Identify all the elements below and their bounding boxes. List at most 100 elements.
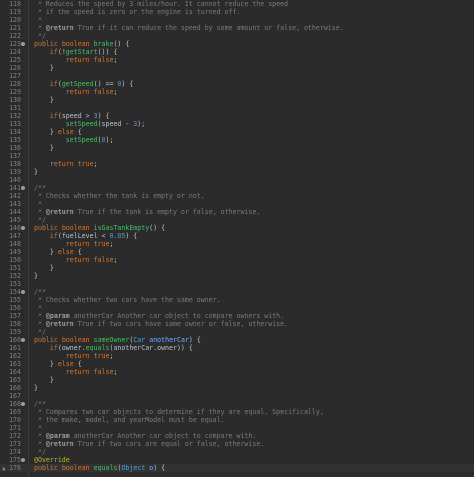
- code-line[interactable]: 136 }: [0, 144, 474, 152]
- line-number: 175: [9, 456, 21, 464]
- code-text: setSpeed(0);: [34, 136, 114, 144]
- code-token: * if the speed is zero or the engine is …: [34, 8, 241, 16]
- code-line[interactable]: 146 public boolean isGasTankEmpty() {: [0, 224, 474, 232]
- code-line[interactable]: 153: [0, 280, 474, 288]
- code-token: {: [73, 360, 82, 368]
- code-line[interactable]: 137: [0, 152, 474, 160]
- line-number: 164: [9, 368, 21, 376]
- code-line[interactable]: 122 */: [0, 32, 474, 40]
- code-line[interactable]: 154 /**: [0, 288, 474, 296]
- code-line[interactable]: 169 * Compares two car objects to determ…: [0, 408, 474, 416]
- line-number: 133: [9, 120, 21, 128]
- fold-marker-icon[interactable]: [21, 290, 25, 294]
- code-token: */: [34, 448, 46, 456]
- code-line[interactable]: 134 } else {: [0, 128, 474, 136]
- code-line[interactable]: 133 setSpeed(speed - 3);: [0, 120, 474, 128]
- code-line[interactable]: 139}: [0, 168, 474, 176]
- code-line[interactable]: 130 }: [0, 96, 474, 104]
- code-text: setSpeed(speed - 3);: [34, 120, 145, 128]
- code-token: return: [65, 240, 90, 248]
- code-token: @return: [45, 320, 74, 328]
- code-line[interactable]: 171 *: [0, 424, 474, 432]
- code-line[interactable]: 118 * Reduces the speed by 3 miles/hour.…: [0, 0, 474, 8]
- code-line[interactable]: 149 } else {: [0, 248, 474, 256]
- code-token: *: [34, 304, 42, 312]
- code-text: * Checks whether the tank is empty or no…: [34, 192, 205, 200]
- code-token: (anotherCar.owner)) {: [109, 344, 193, 352]
- code-line[interactable]: 160 public boolean sameOwner(Car anotherC…: [0, 336, 474, 344]
- code-token: @Override: [34, 456, 70, 464]
- code-line[interactable]: 120 *: [0, 16, 474, 24]
- code-token: *: [34, 320, 46, 328]
- code-text: return false;: [34, 256, 118, 264]
- code-line[interactable]: 138 return true;: [0, 160, 474, 168]
- code-text: return false;: [34, 88, 118, 96]
- code-line[interactable]: 140: [0, 176, 474, 184]
- code-line[interactable]: 129 return false;: [0, 88, 474, 96]
- code-line[interactable]: 145 */: [0, 216, 474, 224]
- code-line[interactable]: 155 * Checks whether two cars have the s…: [0, 296, 474, 304]
- code-line[interactable]: 165 }: [0, 376, 474, 384]
- code-line[interactable]: 162 return true;: [0, 352, 474, 360]
- code-line[interactable]: 167: [0, 392, 474, 400]
- code-line[interactable]: 126 }: [0, 64, 474, 72]
- code-token: setSpeed: [65, 136, 98, 144]
- fold-marker-icon[interactable]: [21, 338, 25, 342]
- fold-marker-icon[interactable]: [21, 186, 25, 190]
- code-line[interactable]: 156 *: [0, 304, 474, 312]
- fold-marker-icon[interactable]: [21, 402, 25, 406]
- code-text: if(fuelLevel < 0.05) {: [34, 232, 137, 240]
- code-line[interactable]: 166}: [0, 384, 474, 392]
- code-token: }: [34, 144, 54, 152]
- code-line[interactable]: 142 * Checks whether the tank is empty o…: [0, 192, 474, 200]
- code-text: * the make, model, and yearModel must be…: [34, 416, 225, 424]
- code-line[interactable]: 159 */: [0, 328, 474, 336]
- code-line[interactable]: 124 if(!getStart()) {: [0, 48, 474, 56]
- code-line[interactable]: 175 @Override: [0, 456, 474, 464]
- code-line[interactable]: 168 /**: [0, 400, 474, 408]
- code-line[interactable]: 147 if(fuelLevel < 0.05) {: [0, 232, 474, 240]
- code-line[interactable]: 128 if(getSpeed() == 0) {: [0, 80, 474, 88]
- code-line[interactable]: 161 if(owner.equals(anotherCar.owner)) {: [0, 344, 474, 352]
- code-line[interactable]: 144 * @return True if the tank is empty …: [0, 208, 474, 216]
- code-area[interactable]: 118 * Reduces the speed by 3 miles/hour.…: [0, 0, 474, 472]
- code-line[interactable]: 148 return true;: [0, 240, 474, 248]
- code-line[interactable]: 143 *: [0, 200, 474, 208]
- line-number: 131: [9, 104, 21, 112]
- code-token: */: [34, 216, 46, 224]
- code-line[interactable]: 158 * @return True if two cars have same…: [0, 320, 474, 328]
- fold-marker-icon[interactable]: [21, 226, 25, 230]
- code-line[interactable]: 141 /**: [0, 184, 474, 192]
- code-line[interactable]: 152}: [0, 272, 474, 280]
- fold-marker-icon[interactable]: [21, 42, 25, 46]
- code-text: if(getSpeed() == 0) {: [34, 80, 133, 88]
- code-token: }: [34, 272, 38, 280]
- code-line[interactable]: 157 * @param anotherCar Another car obje…: [0, 312, 474, 320]
- code-line[interactable]: 121 * @return True if it can reduce the …: [0, 24, 474, 32]
- code-line[interactable]: 135 setSpeed(0);: [0, 136, 474, 144]
- code-line[interactable]: ▲ 176 public boolean equals(Object o) {: [0, 464, 474, 472]
- code-line[interactable]: 173 * @return True if two cars are equal…: [0, 440, 474, 448]
- code-line[interactable]: 132 if(speed > 3) {: [0, 112, 474, 120]
- line-number: 171: [9, 424, 21, 432]
- code-line[interactable]: 174 */: [0, 448, 474, 456]
- code-line[interactable]: 151 }: [0, 264, 474, 272]
- code-line[interactable]: 119 * if the speed is zero or the engine…: [0, 8, 474, 16]
- code-line[interactable]: 150 return false;: [0, 256, 474, 264]
- code-text: /**: [34, 288, 46, 296]
- code-line[interactable]: 127: [0, 72, 474, 80]
- code-line[interactable]: 125 return false;: [0, 56, 474, 64]
- code-line[interactable]: 170 * the make, model, and yearModel mus…: [0, 416, 474, 424]
- fold-marker-icon[interactable]: [21, 458, 25, 462]
- code-line[interactable]: 172 * @param anotherCar Another car obje…: [0, 432, 474, 440]
- code-editor[interactable]: 118 * Reduces the speed by 3 miles/hour.…: [0, 0, 474, 477]
- code-token: getSpeed: [61, 80, 94, 88]
- code-line[interactable]: 164 return false;: [0, 368, 474, 376]
- code-line[interactable]: 131: [0, 104, 474, 112]
- code-line[interactable]: 163 } else {: [0, 360, 474, 368]
- code-line[interactable]: 123 public boolean brake() {: [0, 40, 474, 48]
- code-text: * Checks whether two cars have the same …: [34, 296, 221, 304]
- code-token: *: [34, 24, 46, 32]
- code-text: }: [34, 376, 54, 384]
